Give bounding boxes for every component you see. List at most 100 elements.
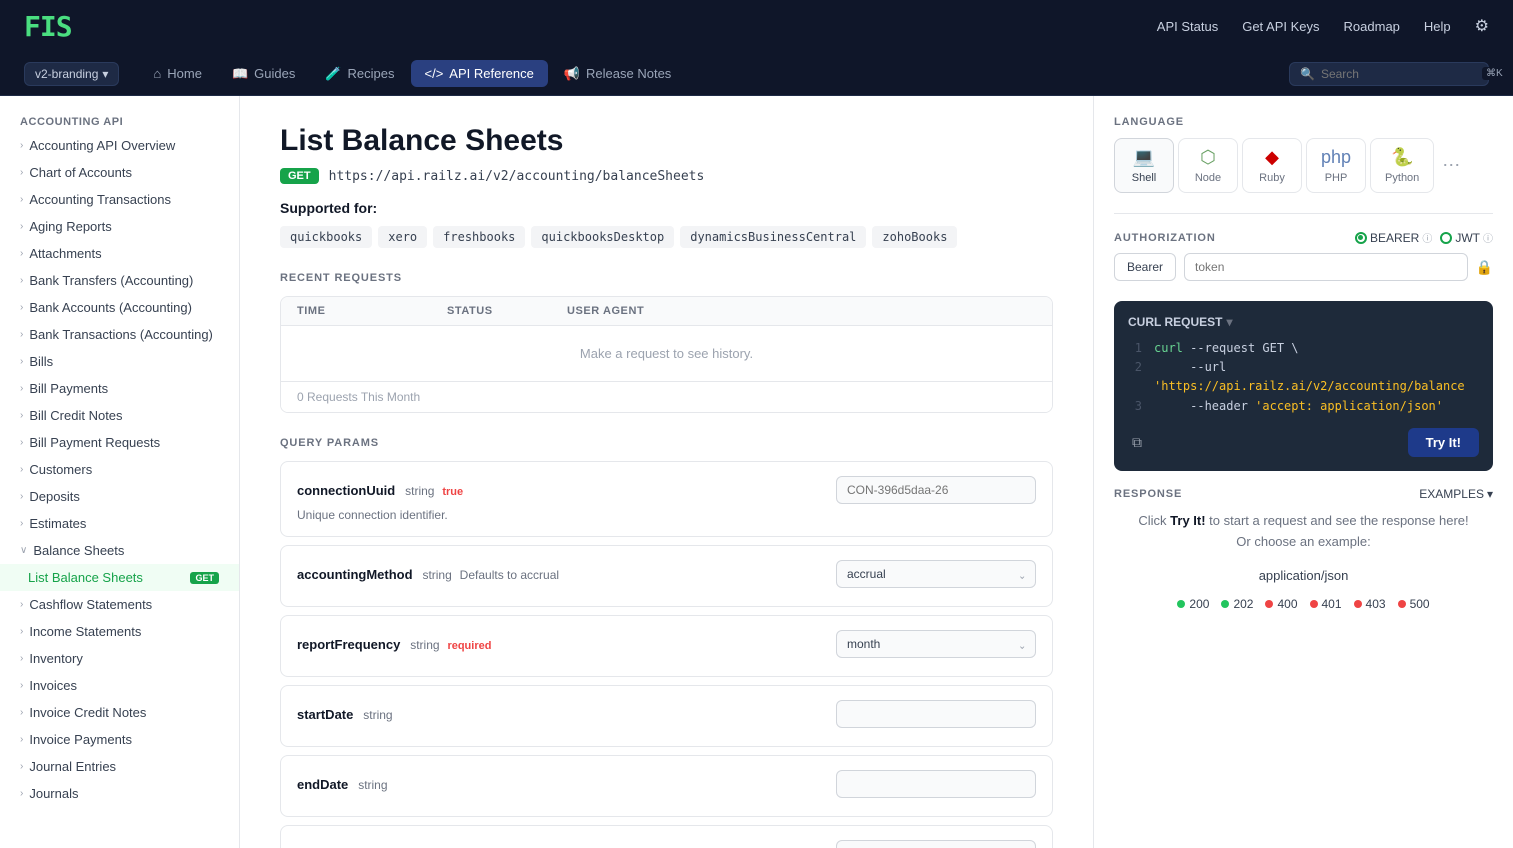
roadmap-link[interactable]: Roadmap [1344, 19, 1400, 34]
sidebar-item-bank-transactions[interactable]: › Bank Transactions (Accounting) [0, 321, 239, 348]
python-icon: 🐍 [1391, 147, 1413, 168]
sidebar-item-bills[interactable]: › Bills [0, 348, 239, 375]
status-500[interactable]: 500 [1398, 597, 1430, 611]
table-empty-message: Make a request to see history. [281, 326, 1052, 382]
lang-tab-ruby[interactable]: ◆ Ruby [1242, 138, 1302, 193]
tab-guides[interactable]: 📖 Guides [218, 60, 309, 88]
curl-line-2: 2 --url 'https://api.railz.ai/v2/account… [1128, 358, 1479, 396]
sidebar-item-invoice-credit-notes[interactable]: › Invoice Credit Notes [0, 699, 239, 726]
curl-header: CURL REQUEST ▾ [1128, 315, 1479, 329]
chevron-icon: › [20, 464, 23, 475]
language-title: LANGUAGE [1114, 116, 1493, 128]
sidebar-item-bank-accounts[interactable]: › Bank Accounts (Accounting) [0, 294, 239, 321]
version-selector[interactable]: v2-branding ▾ [24, 62, 119, 86]
content-type: application/json [1114, 568, 1493, 583]
bearer-type-button[interactable]: Bearer [1114, 253, 1176, 281]
tab-release-notes[interactable]: 📢 Release Notes [550, 60, 685, 88]
param-header: accountingMethod string Defaults to accr… [297, 560, 1036, 588]
curl-line-3: 3 --header 'accept: application/json' [1128, 397, 1479, 416]
integration-tag: freshbooks [433, 226, 525, 248]
sidebar-item-accounting-transactions[interactable]: › Accounting Transactions [0, 186, 239, 213]
end-date-input[interactable] [836, 770, 1036, 798]
sidebar-item-balance-sheets[interactable]: ∨ Balance Sheets [0, 537, 239, 564]
status-403[interactable]: 403 [1354, 597, 1386, 611]
sidebar-item-bill-payment-requests[interactable]: › Bill Payment Requests [0, 429, 239, 456]
examples-button[interactable]: EXAMPLES ▾ [1419, 487, 1493, 501]
chevron-icon: › [20, 707, 23, 718]
chevron-down-icon: ▾ [102, 67, 108, 81]
status-400[interactable]: 400 [1265, 597, 1297, 611]
report-frequency-select[interactable]: month quarter year [836, 630, 1036, 658]
second-nav: v2-branding ▾ ⌂ Home 📖 Guides 🧪 Recipes … [0, 52, 1513, 96]
sidebar-item-invoices[interactable]: › Invoices [0, 672, 239, 699]
sidebar-item-journals[interactable]: › Journals [0, 780, 239, 807]
param-accounting-method: accountingMethod string Defaults to accr… [280, 545, 1053, 607]
help-link[interactable]: Help [1424, 19, 1451, 34]
sidebar-item-inventory[interactable]: › Inventory [0, 645, 239, 672]
integration-tag: quickbooks [280, 226, 372, 248]
status-401[interactable]: 401 [1310, 597, 1342, 611]
get-badge: GET [190, 572, 219, 584]
info-icon: ⓘ [1483, 230, 1493, 245]
sidebar-item-invoice-payments[interactable]: › Invoice Payments [0, 726, 239, 753]
tab-home[interactable]: ⌂ Home [139, 60, 216, 87]
sidebar-item-bill-payments[interactable]: › Bill Payments [0, 375, 239, 402]
jwt-option[interactable]: JWT ⓘ [1440, 230, 1493, 245]
endpoint-url: https://api.railz.ai/v2/accounting/balan… [329, 169, 705, 184]
start-date-input[interactable] [836, 700, 1036, 728]
lang-tab-shell[interactable]: 💻 Shell [1114, 138, 1174, 193]
bearer-option[interactable]: BEARER ⓘ [1355, 230, 1432, 245]
get-api-keys-link[interactable]: Get API Keys [1242, 19, 1319, 34]
lang-tab-python[interactable]: 🐍 Python [1370, 138, 1434, 193]
chevron-icon: › [20, 734, 23, 745]
sidebar-item-bill-credit-notes[interactable]: › Bill Credit Notes [0, 402, 239, 429]
language-section: LANGUAGE 💻 Shell ⬡ Node ◆ Ruby php PHP [1114, 116, 1493, 193]
api-status-link[interactable]: API Status [1157, 19, 1218, 34]
sidebar-item-income-statements[interactable]: › Income Statements [0, 618, 239, 645]
chevron-icon: › [20, 248, 23, 259]
sidebar-item-accounting-overview[interactable]: › Accounting API Overview [0, 132, 239, 159]
section-select[interactable] [836, 840, 1036, 848]
sidebar-item-list-balance-sheets[interactable]: List Balance Sheets GET [0, 564, 239, 591]
api-ref-icon: </> [425, 66, 444, 81]
more-languages-icon[interactable]: ⋯ [1438, 151, 1464, 180]
status-202[interactable]: 202 [1221, 597, 1253, 611]
sidebar-item-estimates[interactable]: › Estimates [0, 510, 239, 537]
sidebar-item-cashflow[interactable]: › Cashflow Statements [0, 591, 239, 618]
table-footer: 0 Requests This Month [281, 382, 1052, 412]
sidebar-item-chart-accounts[interactable]: › Chart of Accounts [0, 159, 239, 186]
chevron-icon: › [20, 410, 23, 421]
sidebar-item-bank-transfers[interactable]: › Bank Transfers (Accounting) [0, 267, 239, 294]
try-it-button[interactable]: Try It! [1408, 428, 1479, 457]
sidebar-item-attachments[interactable]: › Attachments [0, 240, 239, 267]
recipes-icon: 🧪 [325, 66, 341, 82]
lang-tab-php[interactable]: php PHP [1306, 138, 1366, 193]
chevron-icon: › [20, 761, 23, 772]
topbar: FIS API Status Get API Keys Roadmap Help… [0, 0, 1513, 52]
param-start-date: startDate string [280, 685, 1053, 747]
search-kbd: ⌘K [1482, 67, 1507, 80]
sidebar-item-customers[interactable]: › Customers [0, 456, 239, 483]
settings-icon[interactable]: ⚙ [1475, 16, 1489, 36]
chevron-icon: › [20, 140, 23, 151]
chevron-icon: › [20, 167, 23, 178]
token-input[interactable] [1184, 253, 1468, 281]
param-left: endDate string [297, 776, 388, 792]
sidebar-item-journal-entries[interactable]: › Journal Entries [0, 753, 239, 780]
tab-recipes[interactable]: 🧪 Recipes [311, 60, 408, 88]
release-notes-icon: 📢 [564, 66, 580, 82]
sidebar-item-aging-reports[interactable]: › Aging Reports [0, 213, 239, 240]
accounting-method-select[interactable]: accrual cash [836, 560, 1036, 588]
param-left: reportFrequency string required [297, 636, 491, 652]
sidebar-item-deposits[interactable]: › Deposits [0, 483, 239, 510]
lang-tab-node[interactable]: ⬡ Node [1178, 138, 1238, 193]
chevron-icon: › [20, 194, 23, 205]
connection-uuid-input[interactable] [836, 476, 1036, 504]
search-box[interactable]: 🔍 ⌘K [1289, 62, 1489, 86]
param-connection-uuid: connectionUuid string true Unique connec… [280, 461, 1053, 537]
tab-api-reference[interactable]: </> API Reference [411, 60, 548, 87]
search-input[interactable] [1321, 67, 1476, 81]
status-200[interactable]: 200 [1177, 597, 1209, 611]
copy-button[interactable]: ⧉ [1128, 430, 1146, 455]
page-title: List Balance Sheets [280, 124, 1053, 158]
